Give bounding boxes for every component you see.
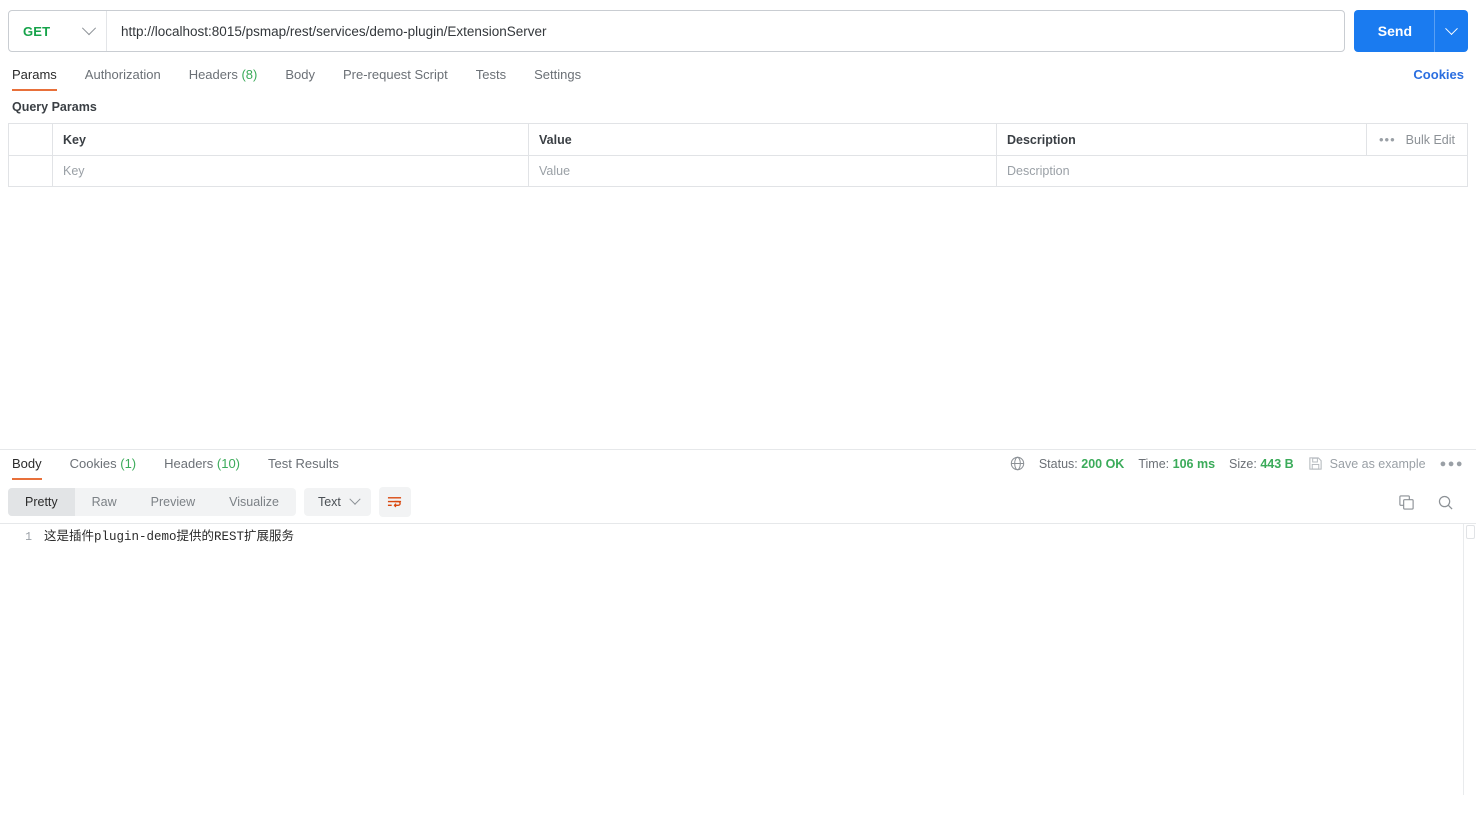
column-header-key: Key: [53, 124, 529, 155]
tab-label: Cookies: [69, 456, 117, 471]
http-method-dropdown[interactable]: GET: [9, 11, 107, 51]
param-key-input[interactable]: Key: [53, 156, 529, 186]
bulk-edit-button[interactable]: ••• Bulk Edit: [1366, 124, 1467, 155]
save-disk-icon: [1308, 456, 1323, 471]
tab-label: Pre-request Script: [342, 67, 448, 82]
search-icon[interactable]: [1437, 494, 1454, 511]
tab-body[interactable]: Body: [285, 63, 315, 91]
view-visualize-button[interactable]: Visualize: [212, 488, 296, 516]
tab-headers[interactable]: Headers (8): [189, 63, 258, 91]
tab-pre-request-script[interactable]: Pre-request Script: [343, 63, 448, 91]
code-line: 1 这是插件plugin-demo提供的REST扩展服务: [0, 524, 1476, 547]
response-tab-test-results[interactable]: Test Results: [268, 452, 339, 480]
response-tab-headers[interactable]: Headers (10): [164, 452, 240, 480]
response-format-toolbar: Pretty Raw Preview Visualize Text: [0, 482, 1476, 523]
query-params-table: Key Value Description ••• Bulk Edit Key …: [8, 123, 1468, 187]
scrollbar-thumb[interactable]: [1466, 525, 1475, 539]
response-tab-body[interactable]: Body: [12, 452, 42, 480]
tab-count: (1): [120, 456, 137, 471]
word-wrap-icon: [388, 496, 402, 507]
tab-label: Body: [12, 456, 42, 471]
tab-count: (10): [216, 456, 241, 471]
tab-label: Params: [12, 67, 57, 82]
bulk-edit-label: Bulk Edit: [1405, 132, 1455, 147]
url-input-group: GET: [8, 10, 1345, 52]
copy-icon[interactable]: [1398, 494, 1415, 511]
chevron-down-icon: [349, 493, 361, 505]
row-checkbox-cell[interactable]: [9, 156, 53, 186]
tab-label: Headers: [164, 456, 214, 471]
send-button[interactable]: Send: [1354, 10, 1434, 52]
tab-count: (8): [241, 67, 258, 82]
cookies-link[interactable]: Cookies: [1413, 67, 1464, 88]
response-view-segmented-control: Pretty Raw Preview Visualize: [8, 488, 296, 516]
response-body-text: 这是插件plugin-demo提供的REST扩展服务: [44, 530, 295, 544]
table-header-row: Key Value Description ••• Bulk Edit: [9, 124, 1467, 155]
response-pane: Body Cookies (1) Headers (10) Test Resul…: [0, 449, 1476, 795]
chevron-down-icon: [81, 21, 97, 36]
table-row: Key Value Description: [9, 155, 1467, 186]
response-tab-cookies[interactable]: Cookies (1): [70, 452, 136, 480]
globe-icon: [1010, 456, 1025, 471]
tab-label: Test Results: [268, 456, 339, 471]
send-options-dropdown[interactable]: [1434, 10, 1468, 52]
tab-tests[interactable]: Tests: [476, 63, 506, 91]
view-preview-button[interactable]: Preview: [134, 488, 212, 516]
content-type-label: Text: [317, 495, 341, 509]
param-description-input[interactable]: Description: [997, 156, 1467, 186]
save-as-example-label: Save as example: [1329, 456, 1426, 471]
query-params-title: Query Params: [12, 100, 97, 114]
status-code-group: Status: 200 OK: [1039, 457, 1125, 471]
request-empty-space: [0, 187, 1476, 449]
request-tabs: Params Authorization Headers (8) Body Pr…: [0, 62, 1476, 92]
http-method-label: GET: [23, 23, 51, 39]
size-value: 443 B: [1260, 456, 1294, 471]
tab-label: Authorization: [84, 67, 161, 82]
param-value-input[interactable]: Value: [529, 156, 997, 186]
tab-label: Settings: [534, 67, 582, 82]
response-options-icon[interactable]: ●●●: [1440, 458, 1464, 470]
request-url-input[interactable]: [107, 11, 1344, 51]
column-header-value: Value: [529, 124, 997, 155]
time-label: Time:: [1138, 456, 1170, 471]
tab-settings[interactable]: Settings: [534, 63, 581, 91]
tab-authorization[interactable]: Authorization: [85, 63, 161, 91]
save-as-example-button[interactable]: Save as example: [1308, 456, 1426, 471]
select-all-cell: [9, 124, 53, 155]
column-header-description: Description: [1007, 132, 1076, 147]
time-group: Time: 106 ms: [1138, 457, 1215, 471]
tab-label: Tests: [475, 67, 507, 82]
status-value: 200 OK: [1081, 456, 1125, 471]
send-button-group: Send: [1353, 10, 1468, 52]
vertical-scrollbar[interactable]: [1463, 524, 1476, 795]
response-body-viewer[interactable]: 1 这是插件plugin-demo提供的REST扩展服务: [0, 523, 1476, 795]
word-wrap-toggle[interactable]: [378, 487, 411, 517]
size-label: Size:: [1229, 456, 1257, 471]
tab-label: Body: [285, 67, 315, 82]
size-group: Size: 443 B: [1229, 457, 1294, 471]
view-pretty-button[interactable]: Pretty: [8, 488, 75, 516]
status-label: Status:: [1038, 456, 1078, 471]
content-type-dropdown[interactable]: Text: [303, 488, 371, 516]
time-value: 106 ms: [1172, 456, 1216, 471]
view-raw-button[interactable]: Raw: [75, 488, 134, 516]
line-number: 1: [25, 531, 32, 544]
response-status-bar: Status: 200 OK Time: 106 ms Size: 443 B: [1010, 456, 1464, 476]
request-url-bar: GET Send: [0, 0, 1476, 62]
tab-params[interactable]: Params: [12, 63, 57, 91]
response-tabs: Body Cookies (1) Headers (10) Test Resul…: [0, 450, 1476, 482]
response-body-actions: [1398, 494, 1464, 511]
chevron-down-icon: [1445, 21, 1458, 35]
tab-label: Headers: [188, 67, 238, 82]
ellipsis-icon: •••: [1379, 132, 1396, 147]
